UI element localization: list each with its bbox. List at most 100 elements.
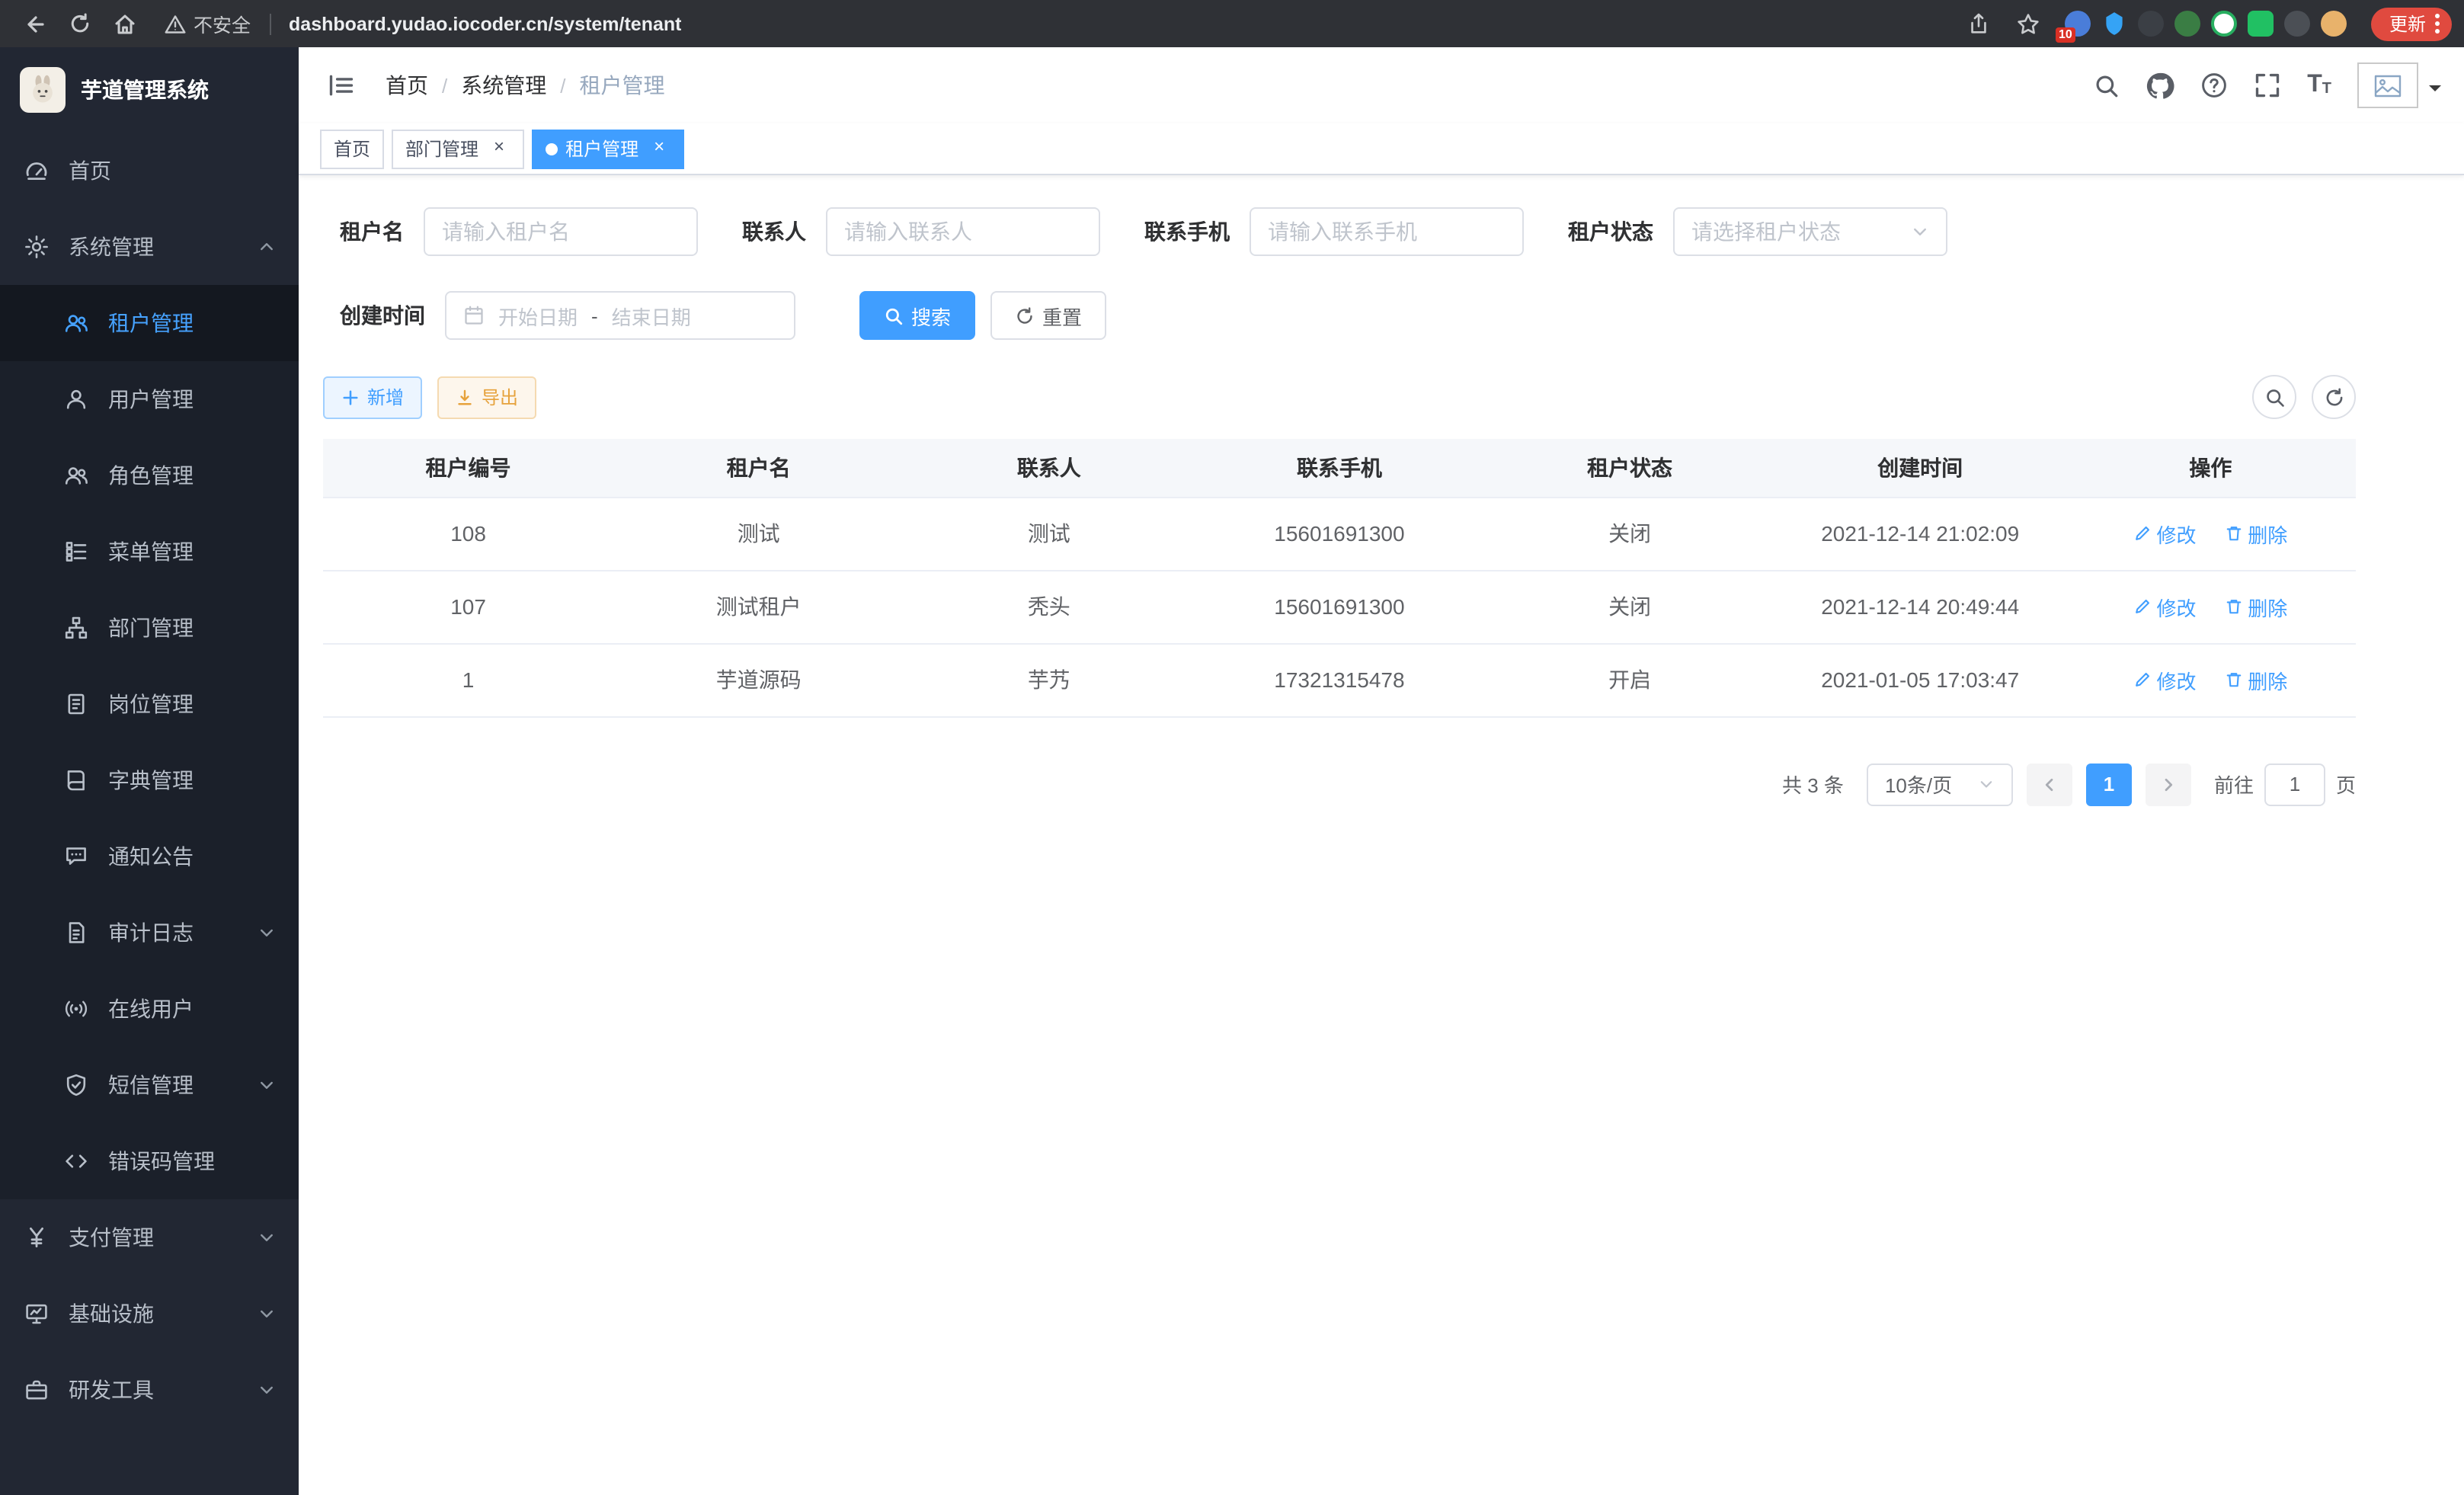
page-size-select[interactable]: 10条/页 <box>1867 763 2013 805</box>
cell-tenant-name: 芋道源码 <box>613 643 904 716</box>
sidebar-item-label: 支付管理 <box>69 1222 154 1253</box>
delete-link[interactable]: 删除 <box>2225 665 2287 694</box>
app-logo-row[interactable]: 芋道管理系统 <box>0 47 299 133</box>
screen: 不安全 dashboard.yudao.iocoder.cn/system/te… <box>0 0 2464 1495</box>
sidebar-item-notice[interactable]: 通知公告 <box>0 818 299 895</box>
sidebar-item-user-management[interactable]: 用户管理 <box>0 361 299 437</box>
reset-button[interactable]: 重置 <box>990 291 1106 340</box>
calendar-icon <box>463 305 485 326</box>
cell-phone: 17321315478 <box>1194 643 1484 716</box>
next-page-icon-button[interactable] <box>2146 763 2191 805</box>
github-icon[interactable] <box>2146 71 2174 100</box>
contact-phone-input[interactable] <box>1268 219 1506 244</box>
list-toolbar: 新增 导出 <box>323 375 2356 419</box>
page-url: dashboard.yudao.iocoder.cn/system/tenant <box>289 13 681 34</box>
sidebar-item-dict-management[interactable]: 字典管理 <box>0 742 299 818</box>
tab-dept-management[interactable]: 部门管理 × <box>392 129 524 168</box>
tab-label: 租户管理 <box>565 136 638 162</box>
sidebar-item-payment-management[interactable]: 支付管理 <box>0 1199 299 1276</box>
edit-link[interactable]: 修改 <box>2133 592 2196 621</box>
org-tree-icon <box>64 616 88 640</box>
close-icon[interactable]: × <box>648 137 670 160</box>
page-number-button[interactable]: 1 <box>2086 763 2132 805</box>
tab-home[interactable]: 首页 <box>320 129 384 168</box>
search-button[interactable]: 搜索 <box>859 291 975 340</box>
tab-tenant-management[interactable]: 租户管理 × <box>532 129 684 168</box>
fullscreen-icon[interactable] <box>2254 72 2281 99</box>
contact-input[interactable] <box>844 219 1082 244</box>
delete-link[interactable]: 删除 <box>2225 592 2287 621</box>
column-contact: 联系人 <box>904 439 1194 497</box>
font-size-icon[interactable]: TT <box>2307 73 2331 98</box>
close-icon[interactable]: × <box>488 137 510 160</box>
cell-tenant-name: 测试 <box>613 497 904 570</box>
add-button[interactable]: 新增 <box>323 376 422 418</box>
sidebar-item-home[interactable]: 首页 <box>0 133 299 209</box>
back-icon[interactable] <box>12 5 55 43</box>
cell-tenant-id: 108 <box>323 497 613 570</box>
column-created-at: 创建时间 <box>1775 439 2066 497</box>
navbar-actions: TT <box>2094 62 2441 108</box>
refresh-list-icon-button[interactable] <box>2312 375 2356 419</box>
search-icon[interactable] <box>2094 72 2120 98</box>
extension-icon[interactable] <box>2284 11 2310 37</box>
tenant-name-input[interactable] <box>442 219 680 244</box>
table-row: 107 测试租户 秃头 15601691300 关闭 2021-12-14 20… <box>323 570 2356 643</box>
goto-page-input[interactable] <box>2264 763 2325 805</box>
tenant-status-select[interactable]: 请选择租户状态 <box>1673 207 1947 256</box>
address-bar[interactable]: 不安全 dashboard.yudao.iocoder.cn/system/te… <box>149 5 2050 43</box>
sidebar-item-label: 岗位管理 <box>108 689 194 719</box>
sidebar-item-label: 字典管理 <box>108 765 194 796</box>
tenant-name-label: 租户名 <box>340 216 404 247</box>
delete-link[interactable]: 删除 <box>2225 519 2287 548</box>
sidebar-item-online-users[interactable]: 在线用户 <box>0 971 299 1047</box>
sidebar-item-menu-management[interactable]: 菜单管理 <box>0 514 299 590</box>
breadcrumb-system[interactable]: 系统管理 <box>461 70 546 101</box>
sidebar-item-audit-log[interactable]: 审计日志 <box>0 895 299 971</box>
browser-update-button[interactable]: 更新 <box>2371 7 2452 40</box>
extension-icon[interactable] <box>2101 11 2127 37</box>
sidebar-item-dept-management[interactable]: 部门管理 <box>0 590 299 666</box>
sidebar-item-infrastructure[interactable]: 基础设施 <box>0 1276 299 1352</box>
sidebar-item-dev-tools[interactable]: 研发工具 <box>0 1352 299 1428</box>
toggle-search-icon-button[interactable] <box>2252 375 2296 419</box>
menu-list-icon <box>64 539 88 564</box>
page-unit-label: 页 <box>2336 770 2356 799</box>
prev-page-icon-button[interactable] <box>2027 763 2072 805</box>
table-row: 1 芋道源码 芋艿 17321315478 开启 2021-01-05 17:0… <box>323 643 2356 716</box>
extension-icon[interactable] <box>2174 11 2200 37</box>
sidebar-item-tenant-management[interactable]: 租户管理 <box>0 285 299 361</box>
column-status: 租户状态 <box>1485 439 1775 497</box>
cell-status: 关闭 <box>1485 497 1775 570</box>
cell-tenant-id: 107 <box>323 570 613 643</box>
sidebar-item-sms-management[interactable]: 短信管理 <box>0 1047 299 1123</box>
create-time-range-picker[interactable]: 开始日期 - 结束日期 <box>445 291 795 340</box>
edit-link[interactable]: 修改 <box>2133 519 2196 548</box>
extension-icon[interactable] <box>2211 11 2237 37</box>
sidebar-item-role-management[interactable]: 角色管理 <box>0 437 299 514</box>
chevron-up-icon <box>258 238 276 256</box>
reload-icon[interactable] <box>58 5 101 43</box>
sidebar-item-system-management[interactable]: 系统管理 <box>0 209 299 285</box>
sidebar-item-label: 研发工具 <box>69 1375 154 1405</box>
sidebar-item-error-code[interactable]: 错误码管理 <box>0 1123 299 1199</box>
chevron-down-icon <box>258 1305 276 1323</box>
extension-icon[interactable] <box>2248 11 2274 37</box>
sidebar-item-label: 部门管理 <box>108 613 194 643</box>
bookmark-star-icon[interactable] <box>2007 5 2050 43</box>
help-question-icon[interactable] <box>2200 72 2228 99</box>
sidebar-collapse-icon[interactable] <box>322 66 361 105</box>
security-chip[interactable]: 不安全 <box>165 9 251 38</box>
profile-avatar-icon[interactable] <box>2321 11 2347 37</box>
user-avatar-dropdown[interactable] <box>2357 62 2441 108</box>
dict-book-icon <box>64 768 88 792</box>
extension-icon[interactable] <box>2138 11 2164 37</box>
home-icon[interactable] <box>104 5 146 43</box>
breadcrumb-home[interactable]: 首页 <box>386 70 428 101</box>
export-button[interactable]: 导出 <box>437 376 536 418</box>
sidebar-item-post-management[interactable]: 岗位管理 <box>0 666 299 742</box>
edit-link[interactable]: 修改 <box>2133 665 2196 694</box>
extension-icon[interactable]: 10 <box>2065 11 2091 37</box>
share-icon[interactable] <box>1958 5 2001 43</box>
sidebar-item-label: 基础设施 <box>69 1298 154 1329</box>
